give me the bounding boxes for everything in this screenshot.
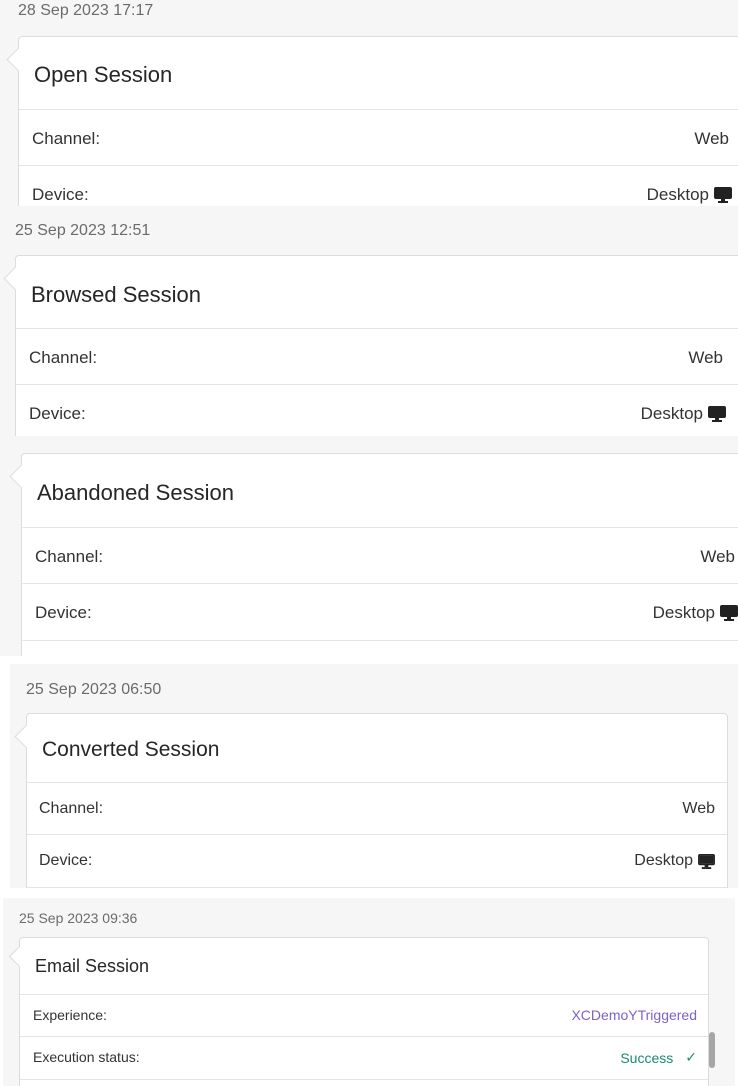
- channel-value: Web: [688, 348, 723, 367]
- device-row: Device: Desktop: [27, 834, 727, 888]
- session-card[interactable]: Open Session Channel: Web Device: Deskto…: [6, 36, 738, 206]
- session-abandoned: Abandoned Session Channel: Web Device: D…: [0, 436, 738, 656]
- execution-status-row: Execution status: Success ✓: [20, 1036, 708, 1080]
- session-open: 28 Sep 2023 17:17 Open Session Channel: …: [0, 0, 738, 206]
- device-label: Device:: [29, 404, 86, 423]
- session-title: Converted Session: [42, 738, 220, 761]
- session-timestamp: 25 Sep 2023 06:50: [26, 681, 162, 698]
- channel-value: Web: [700, 547, 735, 566]
- device-row: Device: Desktop: [19, 165, 738, 206]
- card-pointer: [3, 266, 28, 291]
- session-converted: 25 Sep 2023 06:50 Converted Session Chan…: [10, 664, 738, 888]
- channel-value: Web: [682, 800, 715, 817]
- session-browsed: 25 Sep 2023 12:51 Browsed Session Channe…: [0, 206, 738, 436]
- checkmark-icon: ✓: [685, 1049, 697, 1065]
- experience-value[interactable]: XCDemoYTriggered: [571, 1007, 697, 1023]
- card-pointer: [8, 945, 31, 968]
- session-title: Abandoned Session: [37, 480, 234, 505]
- device-label: Device:: [39, 852, 93, 869]
- device-value: Desktop: [641, 404, 726, 424]
- channel-row: Channel: Web: [22, 527, 738, 584]
- device-label: Device:: [35, 603, 92, 622]
- execution-status-label: Execution status:: [33, 1049, 140, 1065]
- channel-label: Channel:: [39, 800, 104, 817]
- card-pointer: [9, 464, 34, 489]
- session-card[interactable]: Abandoned Session Channel: Web Device: D…: [9, 453, 738, 656]
- channel-label: Channel:: [29, 348, 98, 367]
- channel-row: Channel: Web: [16, 328, 738, 385]
- session-email: 25 Sep 2023 09:36 Email Session Experien…: [3, 898, 735, 1086]
- execution-status-value: Success ✓: [620, 1049, 697, 1066]
- device-row: Device: Desktop: [22, 583, 738, 641]
- session-timestamp: 25 Sep 2023 12:51: [15, 222, 151, 239]
- desktop-icon: [708, 406, 726, 422]
- session-card[interactable]: Email Session Experience: XCDemoYTrigger…: [8, 937, 709, 1086]
- channel-label: Channel:: [32, 129, 101, 148]
- channel-value: Web: [694, 129, 729, 148]
- device-value: Desktop: [653, 603, 738, 623]
- device-value: Desktop: [647, 185, 732, 205]
- device-row: Device: Desktop: [16, 384, 738, 436]
- session-timestamp: 25 Sep 2023 09:36: [19, 910, 138, 926]
- desktop-icon: [720, 605, 738, 621]
- card-pointer: [6, 47, 31, 72]
- device-value: Desktop: [634, 852, 715, 870]
- experience-row: Experience: XCDemoYTriggered: [20, 994, 708, 1037]
- channel-row: Channel: Web: [19, 109, 738, 166]
- desktop-icon: [698, 853, 715, 869]
- card-pointer: [14, 724, 39, 749]
- session-card[interactable]: Converted Session Channel: Web Device: D…: [14, 713, 728, 888]
- desktop-icon: [714, 187, 732, 203]
- experience-label: Experience:: [33, 1007, 107, 1023]
- scrollbar-thumb[interactable]: [709, 1032, 715, 1068]
- device-label: Device:: [32, 185, 89, 204]
- session-title: Email Session: [35, 956, 150, 976]
- channel-row: Channel: Web: [27, 782, 727, 835]
- channel-label: Channel:: [35, 547, 104, 566]
- session-title: Open Session: [34, 62, 173, 87]
- session-timestamp: 28 Sep 2023 17:17: [18, 2, 154, 19]
- session-title: Browsed Session: [31, 282, 201, 307]
- session-card[interactable]: Browsed Session Channel: Web Device: Des…: [3, 255, 738, 436]
